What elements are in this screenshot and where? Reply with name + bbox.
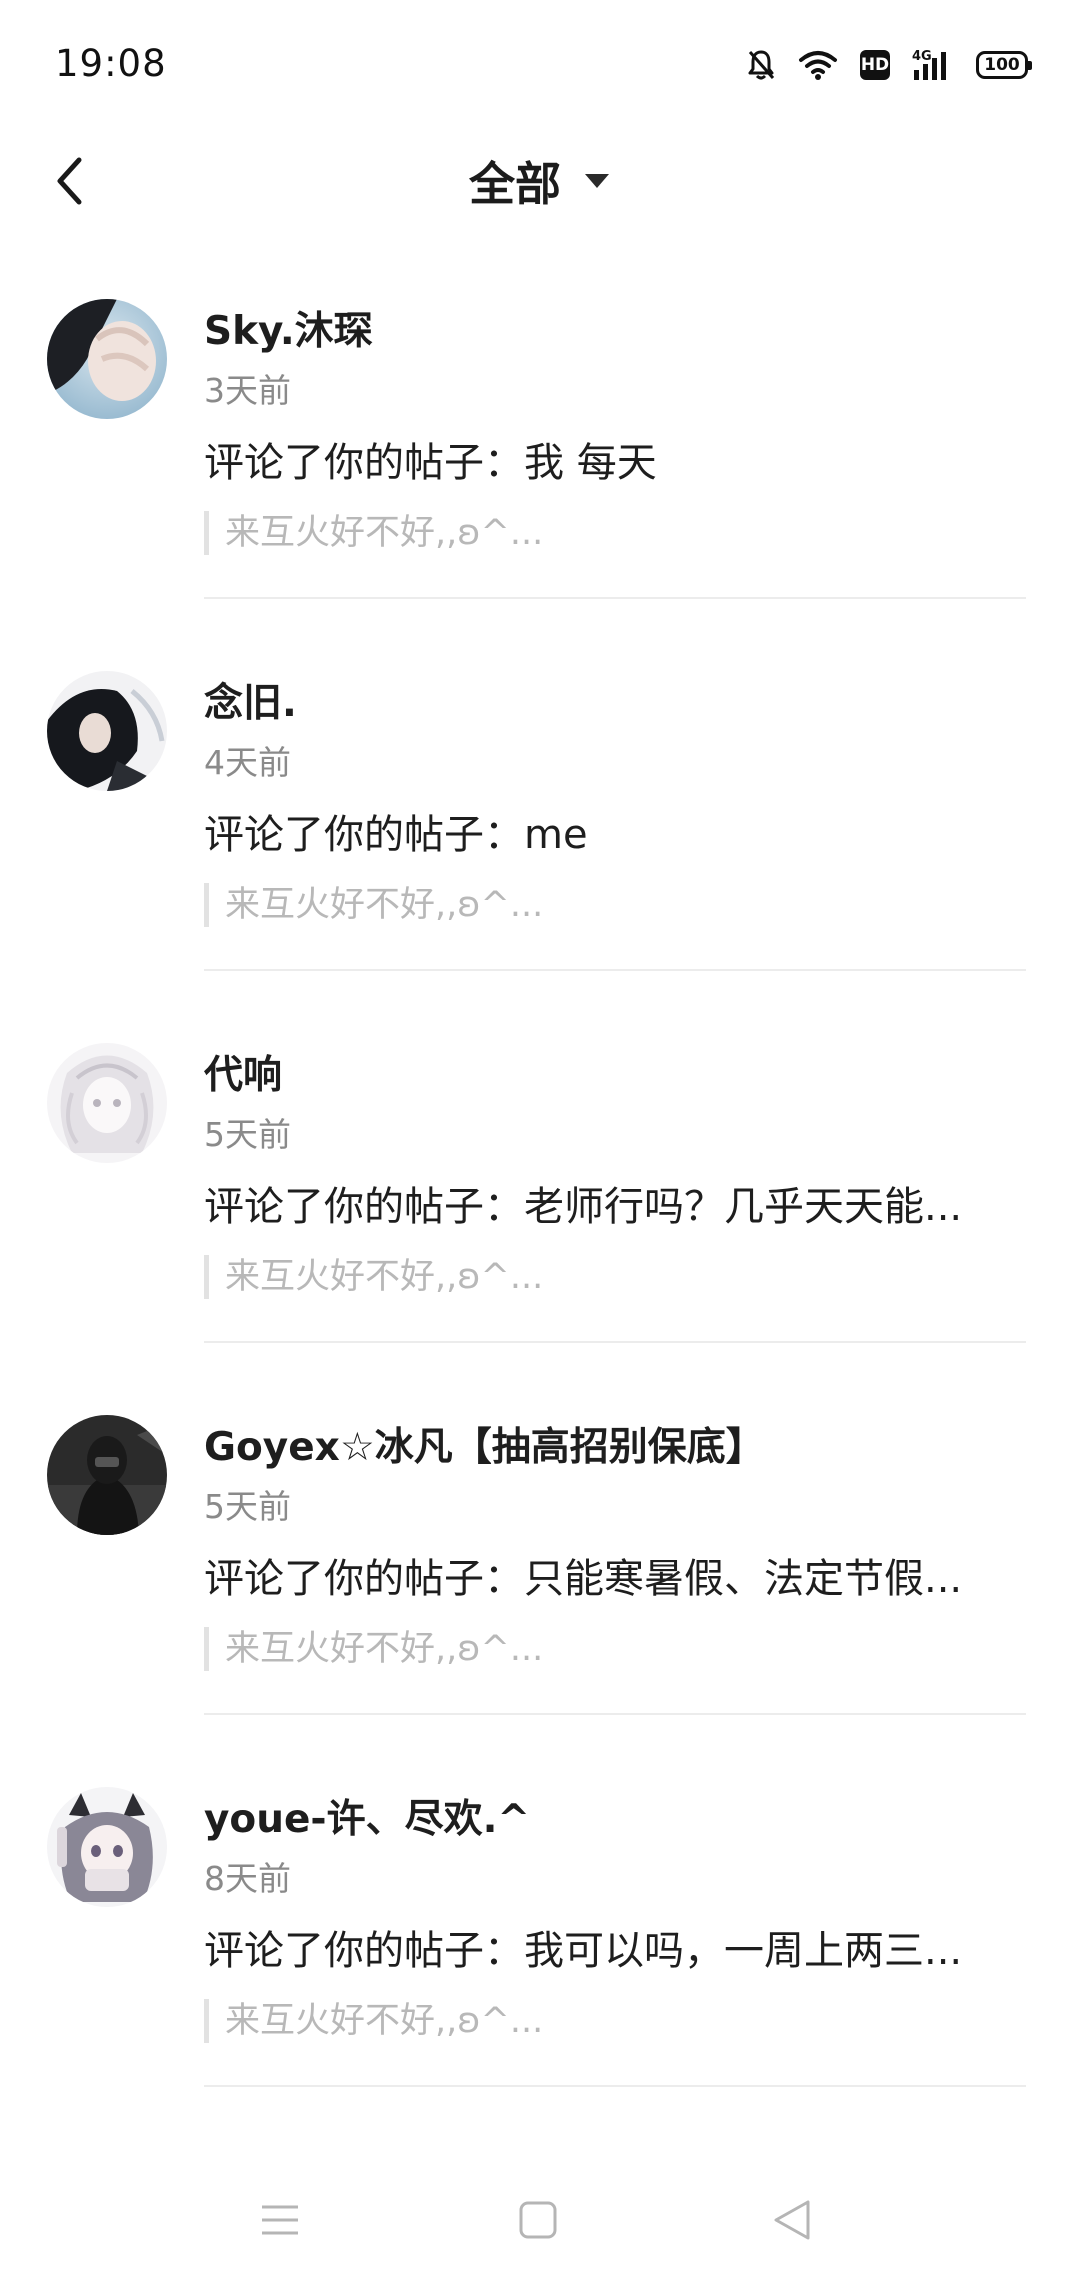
- divider: [204, 1341, 1026, 1343]
- list-item[interactable]: 代响 5天前 评论了你的帖子：老师行吗？几乎天天能... 来互火好不好,,ʚ^.…: [0, 1024, 1080, 1396]
- quoted-post[interactable]: 来互火好不好,,ʚ^...: [204, 1999, 543, 2043]
- triangle-down-icon: [585, 174, 609, 188]
- bell-off-icon: [746, 49, 776, 81]
- user-name[interactable]: 代响: [204, 1044, 282, 1100]
- avatar[interactable]: [47, 299, 167, 419]
- system-nav-bar: [0, 2160, 1080, 2280]
- user-name[interactable]: Goyex☆冰凡【抽高招别保底】: [204, 1416, 765, 1472]
- divider: [204, 969, 1026, 971]
- home-button[interactable]: [498, 2190, 578, 2250]
- signal-4g-icon: 4G: [912, 48, 954, 82]
- list-item[interactable]: youe-许、尽欢.^ 8天前 评论了你的帖子：我可以吗，一周上两三... 来互…: [0, 1768, 1080, 2140]
- quoted-post[interactable]: 来互火好不好,,ʚ^...: [204, 1255, 543, 1299]
- page-title: 全部: [469, 157, 561, 211]
- timestamp: 3天前: [204, 371, 291, 410]
- quoted-post[interactable]: 来互火好不好,,ʚ^...: [204, 1627, 543, 1671]
- comment-text: 评论了你的帖子：me: [204, 812, 588, 858]
- notification-list: Sky.沐琛 3天前 评论了你的帖子：我 每天 来互火好不好,,ʚ^... 念旧…: [0, 280, 1080, 2140]
- divider: [204, 1713, 1026, 1715]
- home-square-icon: [519, 2201, 557, 2239]
- timestamp: 4天前: [204, 743, 291, 782]
- divider: [204, 597, 1026, 599]
- filter-dropdown[interactable]: 全部: [0, 135, 1080, 227]
- comment-text: 评论了你的帖子：我 每天: [204, 440, 657, 486]
- menu-icon: [262, 2205, 298, 2235]
- status-time: 19:08: [55, 42, 167, 85]
- user-name[interactable]: youe-许、尽欢.^: [204, 1788, 530, 1844]
- battery-icon: 100: [976, 51, 1032, 79]
- header: 全部: [0, 135, 1080, 255]
- user-name[interactable]: Sky.沐琛: [204, 300, 373, 356]
- list-item[interactable]: Goyex☆冰凡【抽高招别保底】 5天前 评论了你的帖子：只能寒暑假、法定节假.…: [0, 1396, 1080, 1768]
- list-item[interactable]: 念旧. 4天前 评论了你的帖子：me 来互火好不好,,ʚ^...: [0, 652, 1080, 1024]
- avatar[interactable]: [47, 671, 167, 791]
- quoted-post[interactable]: 来互火好不好,,ʚ^...: [204, 511, 543, 555]
- back-triangle-icon: [774, 2200, 810, 2240]
- list-item[interactable]: Sky.沐琛 3天前 评论了你的帖子：我 每天 来互火好不好,,ʚ^...: [0, 280, 1080, 652]
- timestamp: 5天前: [204, 1115, 291, 1154]
- timestamp: 5天前: [204, 1487, 291, 1526]
- avatar[interactable]: [47, 1787, 167, 1907]
- comment-text: 评论了你的帖子：我可以吗，一周上两三...: [204, 1928, 963, 1974]
- network-label: 4G: [912, 49, 932, 64]
- status-bar: 19:08 HD 4G 100: [0, 0, 1080, 135]
- comment-text: 评论了你的帖子：只能寒暑假、法定节假...: [204, 1556, 963, 1602]
- hd-icon: HD: [860, 50, 890, 80]
- menu-button[interactable]: [240, 2190, 320, 2250]
- user-name[interactable]: 念旧.: [204, 672, 297, 728]
- quoted-post[interactable]: 来互火好不好,,ʚ^...: [204, 883, 543, 927]
- timestamp: 8天前: [204, 1859, 291, 1898]
- comment-text: 评论了你的帖子：老师行吗？几乎天天能...: [204, 1184, 963, 1230]
- avatar[interactable]: [47, 1415, 167, 1535]
- avatar[interactable]: [47, 1043, 167, 1163]
- wifi-icon: [798, 49, 838, 81]
- divider: [204, 2085, 1026, 2087]
- status-icons: HD 4G 100: [746, 45, 1032, 85]
- back-nav-button[interactable]: [752, 2190, 832, 2250]
